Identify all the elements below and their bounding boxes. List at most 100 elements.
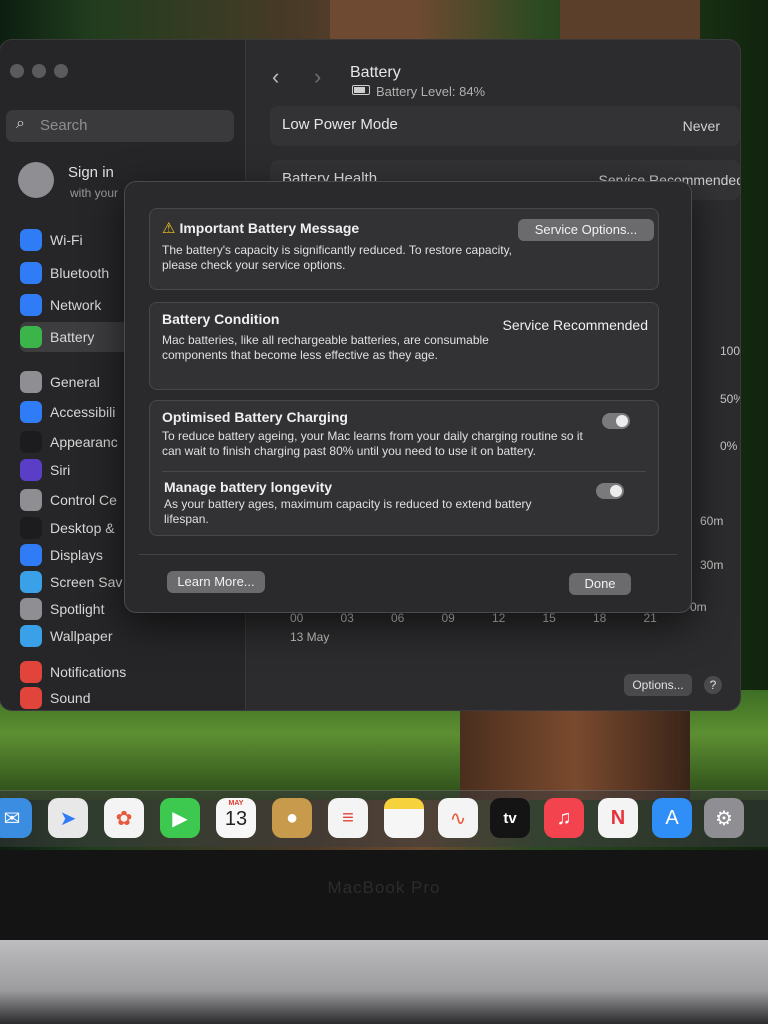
toggle-knob xyxy=(616,415,628,427)
laptop-base xyxy=(0,940,768,1024)
dock-photos-icon[interactable]: ✿ xyxy=(104,798,144,838)
sidebar-item-label: Sound xyxy=(50,690,91,706)
sidebar-item-label: Network xyxy=(50,297,102,313)
dock-tv-icon[interactable]: tv xyxy=(490,798,530,838)
avatar[interactable] xyxy=(18,162,54,198)
battery-message-dialog: ⚠ Important Battery Message The battery'… xyxy=(124,181,692,613)
dock-contacts-icon[interactable]: ● xyxy=(272,798,312,838)
wifi-icon xyxy=(20,229,42,251)
battery-condition-card: Battery Condition Service Recommended Ma… xyxy=(149,302,659,390)
sidebar-item-label: Screen Sav xyxy=(50,574,123,590)
sidebar-item-label: Appearanc xyxy=(50,434,118,450)
zoom-window-button[interactable] xyxy=(54,64,68,78)
warning-icon: ⚠ xyxy=(162,220,176,237)
message-title-row: ⚠ Important Battery Message xyxy=(162,219,359,237)
sidebar-item-label: Battery xyxy=(50,329,95,345)
dock-freeform-icon[interactable]: ∿ xyxy=(438,798,478,838)
chart-x-tick: 03 xyxy=(340,611,354,625)
optimised-charging-body: To reduce battery ageing, your Mac learn… xyxy=(162,429,583,458)
dock-mail-icon[interactable]: ✉ xyxy=(0,798,32,838)
back-button[interactable]: ‹ xyxy=(272,64,279,90)
toggle-knob xyxy=(610,485,622,497)
siri-icon xyxy=(20,459,42,481)
battery-level-fill xyxy=(354,87,365,93)
dock-maps-icon[interactable]: ➤ xyxy=(48,798,88,838)
chart-x-tick: 18 xyxy=(593,611,607,625)
spotlight-icon xyxy=(20,598,42,620)
sidebar-item-sound[interactable]: Sound xyxy=(20,684,240,710)
chart-y-tick: 30m xyxy=(700,558,724,572)
battery-level-icon xyxy=(352,85,370,95)
manage-longevity-toggle[interactable] xyxy=(596,483,624,499)
card-divider xyxy=(162,471,646,472)
chart-date-label: 13 May xyxy=(290,630,330,644)
low-power-mode-value[interactable]: Never xyxy=(683,118,720,134)
displays-icon xyxy=(20,544,42,566)
dock-notes-icon[interactable] xyxy=(384,798,424,838)
dialog-divider xyxy=(139,554,677,555)
battery-icon xyxy=(20,326,42,348)
sidebar-item-label: Wallpaper xyxy=(50,628,113,644)
appearance-icon xyxy=(20,431,42,453)
important-message-card: ⚠ Important Battery Message The battery'… xyxy=(149,208,659,290)
service-options-button[interactable]: Service Options... xyxy=(518,219,654,241)
page-title: Battery xyxy=(350,64,401,81)
sidebar-item-label: Spotlight xyxy=(50,601,105,617)
chart-y-tick: 0m xyxy=(690,600,707,614)
dock-calendar-icon[interactable]: MAY 13 xyxy=(216,798,256,838)
low-power-mode-row[interactable]: Low Power Mode Never xyxy=(270,106,740,146)
dock-news-icon[interactable]: N xyxy=(598,798,638,838)
manage-longevity-body: As your battery ages, maximum capacity i… xyxy=(164,497,532,526)
dock-system-settings-icon[interactable]: ⚙ xyxy=(704,798,744,838)
dock-app-store-icon[interactable]: A xyxy=(652,798,692,838)
sidebar-item-label: Bluetooth xyxy=(50,265,110,281)
charging-options-card: Optimised Battery Charging To reduce bat… xyxy=(149,400,659,536)
tree-trunk xyxy=(560,0,700,40)
sidebar-item-label: Displays xyxy=(50,547,103,563)
battery-level-text: Battery Level: 84% xyxy=(376,84,486,99)
battery-condition-body: Mac batteries, like all rechargeable bat… xyxy=(162,333,489,362)
low-power-mode-label: Low Power Mode xyxy=(282,116,398,133)
accessibility-icon xyxy=(20,401,42,423)
signin-title[interactable]: Sign in xyxy=(68,164,114,181)
dock-music-icon[interactable]: ♫ xyxy=(544,798,584,838)
sidebar-item-label: Siri xyxy=(50,462,71,478)
message-body: The battery's capacity is significantly … xyxy=(162,243,513,272)
sidebar-item-notifications[interactable]: Notifications xyxy=(20,658,240,686)
globe-icon xyxy=(20,294,42,316)
sidebar-item-label: Accessibili xyxy=(50,404,116,420)
sidebar-item-wallpaper[interactable]: Wallpaper xyxy=(20,622,240,650)
search-input[interactable]: ⌕ Search xyxy=(6,110,234,142)
bluetooth-icon xyxy=(20,262,42,284)
optimised-charging-title: Optimised Battery Charging xyxy=(162,409,348,425)
minimize-window-button[interactable] xyxy=(32,64,46,78)
message-title: Important Battery Message xyxy=(179,220,360,236)
learn-more-button[interactable]: Learn More... xyxy=(167,571,265,593)
sidebar-item-label: General xyxy=(50,374,100,390)
dock-reminders-icon[interactable]: ≡ xyxy=(328,798,368,838)
chart-y-tick: 100% xyxy=(720,344,740,358)
notifications-icon xyxy=(20,661,42,683)
desktop-icon xyxy=(20,517,42,539)
dock-facetime-icon[interactable]: ▶ xyxy=(160,798,200,838)
chart-x-tick: 06 xyxy=(391,611,405,625)
chart-x-tick: 15 xyxy=(542,611,556,625)
sound-icon xyxy=(20,687,42,709)
tv-label: tv xyxy=(503,809,517,827)
options-button[interactable]: Options... xyxy=(624,674,692,696)
forward-button[interactable]: › xyxy=(314,64,321,90)
optimised-charging-toggle[interactable] xyxy=(602,413,630,429)
done-button[interactable]: Done xyxy=(569,573,631,595)
wallpaper-icon xyxy=(20,625,42,647)
tree-trunk xyxy=(460,700,690,800)
help-button[interactable]: ? xyxy=(704,676,722,694)
chart-y-tick: 60m xyxy=(700,514,724,528)
screen-saver-icon xyxy=(20,571,42,593)
close-window-button[interactable] xyxy=(10,64,24,78)
search-placeholder: Search xyxy=(40,117,88,134)
chart-y-tick: 0% xyxy=(720,439,738,453)
tree-trunk xyxy=(330,0,420,40)
laptop-label: MacBook Pro xyxy=(327,878,441,897)
chart-x-tick: 12 xyxy=(492,611,506,625)
chart-x-tick: 00 xyxy=(290,611,304,625)
